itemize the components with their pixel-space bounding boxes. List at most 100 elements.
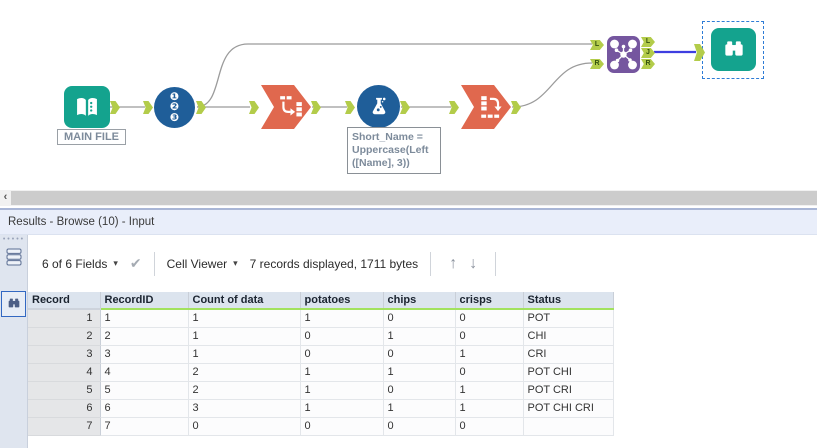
row-number-cell[interactable]: 4 bbox=[28, 363, 101, 382]
table-cell[interactable] bbox=[523, 417, 614, 436]
table-cell[interactable]: 1 bbox=[300, 363, 384, 382]
header-row: Record RecordID Count of data potatoes chips… bbox=[28, 292, 614, 310]
crosstab-icon bbox=[481, 96, 502, 118]
chevron-down-icon[interactable]: ▾ bbox=[113, 258, 118, 269]
browse-tool[interactable] bbox=[711, 28, 756, 71]
table-row: 2 2 1 0 1 0 CHI bbox=[28, 327, 614, 346]
table-cell[interactable]: 4 bbox=[100, 363, 189, 382]
table-row: 770000 bbox=[28, 417, 614, 436]
record-id-tool[interactable]: ❶ ❷ ❸ bbox=[154, 87, 195, 128]
table-cell[interactable]: 0 bbox=[455, 327, 524, 346]
binoculars-small-icon bbox=[8, 298, 19, 308]
results-table-area: Record RecordID Count of data potatoes chips… bbox=[28, 292, 817, 448]
table-cell[interactable]: 1 bbox=[188, 345, 301, 364]
scroll-left-icon[interactable]: ‹ bbox=[0, 190, 11, 206]
records-count-status: 7 records displayed, 1711 bytes bbox=[249, 256, 419, 271]
table-cell[interactable]: 2 bbox=[188, 381, 301, 400]
row-number-cell[interactable]: 1 bbox=[28, 309, 101, 328]
toolbar-divider bbox=[430, 251, 432, 276]
results-body: ••••• 6 of 6 Fields ▾ ✔ Cell Viewer ▾ 7 … bbox=[0, 235, 817, 448]
row-number-cell[interactable]: 3 bbox=[28, 345, 101, 364]
table-cell[interactable]: 1 bbox=[100, 309, 189, 328]
table-cell[interactable]: 1 bbox=[383, 399, 456, 418]
canvas-hscrollbar[interactable]: ‹ bbox=[0, 190, 817, 206]
arrow-down-icon[interactable]: ↓ bbox=[469, 255, 477, 273]
table-cell[interactable]: 0 bbox=[383, 417, 456, 436]
table-row: 5 5 2 1 0 1 POT CRI bbox=[28, 381, 614, 400]
arrow-up-icon[interactable]: ↑ bbox=[449, 255, 457, 273]
column-header[interactable]: crisps bbox=[455, 292, 524, 310]
table-cell[interactable]: 0 bbox=[300, 327, 384, 346]
row-number-cell[interactable]: 2 bbox=[28, 327, 101, 346]
table-cell[interactable]: 7 bbox=[100, 417, 189, 436]
book-icon bbox=[77, 97, 97, 116]
table-cell[interactable]: POT bbox=[523, 309, 614, 328]
table-cell[interactable]: 1 bbox=[188, 309, 301, 328]
join-nodes-icon bbox=[610, 39, 637, 70]
column-header[interactable]: Count of data bbox=[188, 292, 301, 310]
table-cell[interactable]: 0 bbox=[188, 417, 301, 436]
table-cell[interactable]: POT CHI CRI bbox=[523, 399, 614, 418]
table-cell[interactable]: 1 bbox=[383, 327, 456, 346]
grip-dots-icon[interactable]: ••••• bbox=[0, 236, 28, 243]
data-view-icon[interactable] bbox=[6, 248, 22, 271]
table-cell[interactable]: 1 bbox=[455, 399, 524, 418]
table-cell[interactable]: 3 bbox=[100, 345, 189, 364]
table-cell[interactable]: 1 bbox=[300, 381, 384, 400]
table-cell[interactable]: 2 bbox=[188, 363, 301, 382]
column-header[interactable]: potatoes bbox=[300, 292, 384, 310]
flask-icon bbox=[372, 97, 385, 114]
table-cell[interactable]: 1 bbox=[300, 309, 384, 328]
column-header[interactable]: RecordID bbox=[100, 292, 189, 310]
table-cell[interactable]: 0 bbox=[455, 363, 524, 382]
table-cell[interactable]: 0 bbox=[300, 345, 384, 364]
table-cell[interactable]: POT CRI bbox=[523, 381, 614, 400]
row-number-cell[interactable]: 7 bbox=[28, 417, 101, 436]
toolbar-divider bbox=[153, 251, 155, 276]
table-cell[interactable]: 6 bbox=[100, 399, 189, 418]
input-data-tool[interactable] bbox=[64, 86, 110, 128]
table-cell[interactable]: 2 bbox=[100, 327, 189, 346]
table-cell[interactable]: 1 bbox=[188, 327, 301, 346]
table-cell[interactable]: POT CHI bbox=[523, 363, 614, 382]
table-cell[interactable]: 1 bbox=[383, 363, 456, 382]
toolbar-divider bbox=[495, 251, 497, 276]
table-cell[interactable]: 3 bbox=[188, 399, 301, 418]
browse-view-button[interactable] bbox=[1, 291, 26, 317]
table-cell[interactable]: CHI bbox=[523, 327, 614, 346]
column-header[interactable]: Record bbox=[28, 292, 101, 310]
workflow-canvas[interactable]: MAIN FILE ❶ ❷ ❸ Short_Name = Uppercase(L… bbox=[0, 0, 817, 190]
formula-annotation[interactable]: Short_Name = Uppercase(Left ([Name], 3)) bbox=[347, 127, 441, 174]
numbers-123-icon: ❶ ❷ ❸ bbox=[169, 90, 180, 124]
scrollbar-thumb[interactable] bbox=[11, 191, 817, 205]
table-cell[interactable]: 0 bbox=[455, 417, 524, 436]
column-header[interactable]: chips bbox=[383, 292, 456, 310]
row-number-cell[interactable]: 5 bbox=[28, 381, 101, 400]
fields-dropdown[interactable]: 6 of 6 Fields bbox=[42, 257, 107, 271]
transpose-icon bbox=[280, 96, 302, 117]
table-cell[interactable]: 1 bbox=[455, 381, 524, 400]
connection bbox=[511, 62, 593, 108]
cell-viewer-dropdown[interactable]: Cell Viewer bbox=[167, 257, 227, 271]
table-cell[interactable]: CRI bbox=[523, 345, 614, 364]
results-side-toolbar: ••••• bbox=[0, 235, 28, 448]
table-cell[interactable]: 0 bbox=[383, 381, 456, 400]
table-cell[interactable]: 5 bbox=[100, 381, 189, 400]
formula-tool[interactable] bbox=[357, 85, 400, 128]
chevron-down-icon[interactable]: ▾ bbox=[233, 258, 238, 269]
table-cell[interactable]: 0 bbox=[300, 417, 384, 436]
table-row: 1 1 1 1 0 0 POT bbox=[28, 309, 614, 328]
alteryx-window: MAIN FILE ❶ ❷ ❸ Short_Name = Uppercase(L… bbox=[0, 0, 817, 448]
table-cell[interactable]: 0 bbox=[455, 309, 524, 328]
column-header[interactable]: Status bbox=[523, 292, 614, 310]
join-tool[interactable] bbox=[607, 36, 640, 73]
table-cell[interactable]: 1 bbox=[455, 345, 524, 364]
results-pane-title: Results - Browse (10) - Input bbox=[0, 210, 817, 235]
apply-checkmark-icon[interactable]: ✔ bbox=[130, 255, 142, 272]
tool-annotation[interactable]: MAIN FILE bbox=[57, 129, 126, 145]
table-cell[interactable]: 1 bbox=[300, 399, 384, 418]
table-row: 6 6 3 1 1 1 POT CHI CRI bbox=[28, 399, 614, 418]
table-cell[interactable]: 0 bbox=[383, 345, 456, 364]
row-number-cell[interactable]: 6 bbox=[28, 399, 101, 418]
table-cell[interactable]: 0 bbox=[383, 309, 456, 328]
